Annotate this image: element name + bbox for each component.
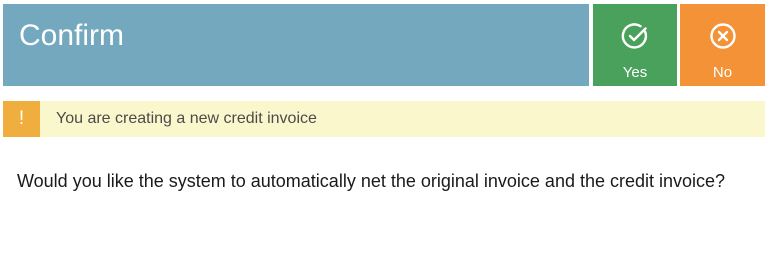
- x-circle-icon: [709, 23, 736, 49]
- check-circle-icon: [621, 23, 648, 49]
- warning-message: You are creating a new credit invoice: [56, 110, 317, 127]
- warning-banner: ! You are creating a new credit invoice: [3, 101, 765, 137]
- dialog-title: Confirm: [19, 19, 125, 52]
- no-button-label: No: [712, 64, 733, 81]
- yes-button-label: Yes: [622, 64, 648, 81]
- no-button[interactable]: No: [680, 4, 765, 86]
- yes-button[interactable]: Yes: [593, 4, 677, 86]
- warning-icon: !: [3, 101, 40, 137]
- dialog-header: Confirm Yes No: [3, 4, 765, 86]
- title-bar: Confirm: [3, 4, 589, 86]
- confirmation-question: Would you like the system to automatical…: [17, 171, 726, 191]
